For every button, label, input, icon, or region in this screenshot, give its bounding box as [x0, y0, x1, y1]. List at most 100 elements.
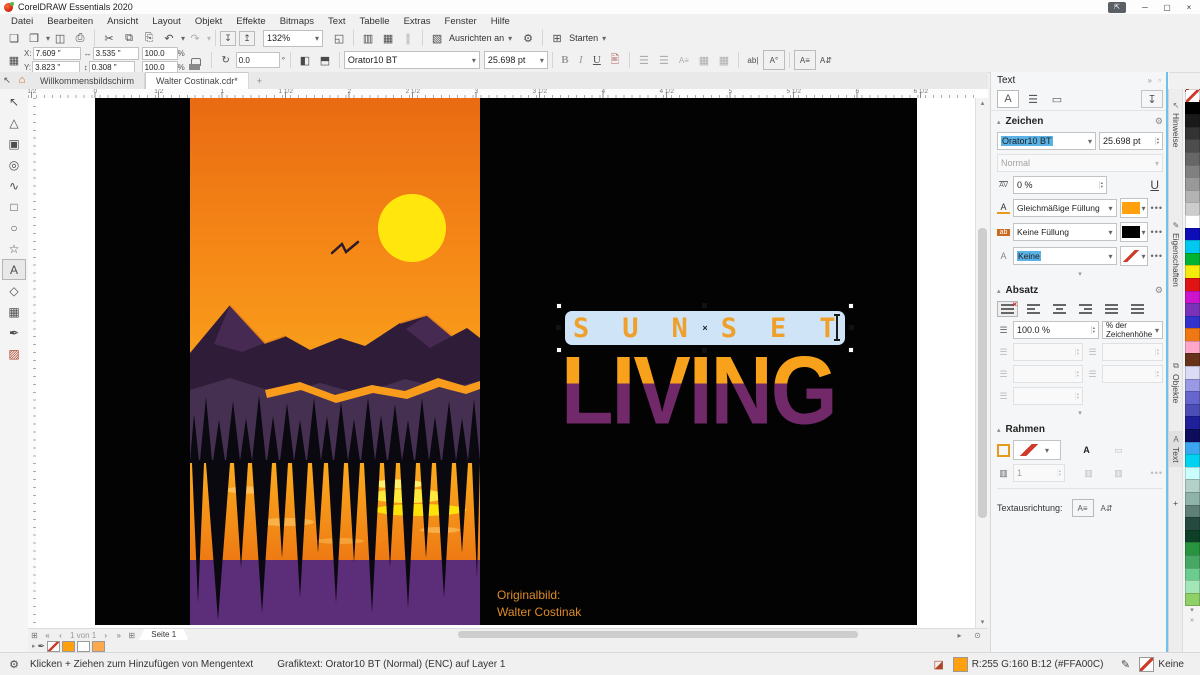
- palette-color-swatch[interactable]: [1185, 353, 1200, 367]
- tray-color-swatch[interactable]: [62, 641, 75, 652]
- menu-item[interactable]: Bearbeiten: [40, 14, 100, 28]
- text-horizontal-icon[interactable]: A≡: [794, 50, 816, 70]
- space-before-input[interactable]: ▴▾: [1013, 343, 1083, 361]
- menu-item[interactable]: Objekt: [188, 14, 229, 28]
- paragraph-tab[interactable]: ☰: [1023, 91, 1043, 107]
- selection-handle[interactable]: [702, 303, 707, 308]
- font-list-select[interactable]: Orator10 BT▾: [344, 51, 480, 69]
- close-button[interactable]: ×: [1178, 1, 1200, 14]
- absatz-section-title[interactable]: Absatz: [1006, 285, 1039, 296]
- palette-color-swatch[interactable]: [1185, 379, 1200, 393]
- background-color-picker[interactable]: ▾: [1120, 222, 1148, 242]
- palette-color-swatch[interactable]: [1185, 215, 1200, 229]
- palette-color-swatch[interactable]: [1185, 291, 1200, 305]
- palette-color-swatch[interactable]: [1185, 391, 1200, 405]
- last-page-icon[interactable]: »: [112, 631, 125, 640]
- fill-type-select[interactable]: Gleichmäßige Füllung▾: [1013, 199, 1117, 217]
- object-x-input[interactable]: 7.609 ": [33, 47, 81, 60]
- interactive-fill-tool[interactable]: ◇: [3, 280, 25, 301]
- palette-expand-icon[interactable]: »: [1190, 616, 1194, 626]
- background-fill-select[interactable]: Keine Füllung▾: [1013, 223, 1117, 241]
- selection-handle[interactable]: [556, 325, 561, 330]
- vertical-scrollbar[interactable]: ▴ ▾: [975, 98, 989, 628]
- palette-color-swatch[interactable]: [1185, 492, 1200, 506]
- palette-color-swatch[interactable]: [1185, 542, 1200, 556]
- page-panel-icon[interactable]: ⊞: [28, 631, 41, 640]
- new-document-icon[interactable]: ❏: [4, 29, 24, 47]
- absatz-collapse-icon[interactable]: ▾: [991, 407, 1169, 419]
- copy-icon[interactable]: ⧉: [119, 29, 139, 47]
- menu-item[interactable]: Text: [321, 14, 352, 28]
- outline-color-picker[interactable]: ▾: [1120, 246, 1148, 266]
- char-formatting-icon[interactable]: A°: [763, 50, 785, 70]
- palette-color-swatch[interactable]: [1185, 177, 1200, 191]
- text-properties-icon[interactable]: 🖹: [605, 51, 625, 69]
- absatz-options-icon[interactable]: ⚙: [1155, 285, 1163, 296]
- palette-color-swatch[interactable]: [1185, 517, 1200, 531]
- outline-fill-tool[interactable]: ▨: [3, 343, 25, 364]
- palette-color-swatch[interactable]: [1185, 139, 1200, 153]
- menu-item[interactable]: Extras: [397, 14, 438, 28]
- show-rulers-icon[interactable]: ▥: [358, 29, 378, 47]
- status-fill-swatch[interactable]: [953, 657, 968, 672]
- docker-pin-icon[interactable]: ▫: [1158, 76, 1163, 85]
- menu-item[interactable]: Ansicht: [100, 14, 145, 28]
- fill-color-picker[interactable]: ▾: [1120, 198, 1148, 218]
- menu-item[interactable]: Tabelle: [352, 14, 396, 28]
- align-left-button[interactable]: [1023, 301, 1044, 317]
- docker-font-select[interactable]: Orator10 BT▾: [997, 132, 1096, 150]
- palette-color-swatch[interactable]: [1185, 580, 1200, 594]
- pattern-fill-tool[interactable]: ▦: [3, 301, 25, 322]
- palette-color-swatch[interactable]: [1185, 530, 1200, 544]
- crop-tool[interactable]: ▣: [3, 133, 25, 154]
- palette-color-swatch[interactable]: [1185, 366, 1200, 380]
- living-text-object[interactable]: LIVING LIVING: [561, 344, 851, 438]
- palette-color-swatch[interactable]: [1185, 228, 1200, 242]
- status-outline-swatch[interactable]: [1139, 657, 1154, 672]
- palette-color-swatch[interactable]: [1185, 278, 1200, 292]
- selection-handle[interactable]: [556, 303, 562, 309]
- lock-ratio-icon[interactable]: [191, 58, 201, 66]
- frame-tab[interactable]: ▭: [1047, 91, 1067, 107]
- align-to-button[interactable]: Ausrichten an: [449, 33, 504, 43]
- horizontal-scroll-thumb[interactable]: [458, 631, 858, 638]
- palette-color-swatch[interactable]: [1185, 404, 1200, 418]
- options-gear-icon[interactable]: ⚙: [518, 29, 538, 47]
- next-page-icon[interactable]: ›: [99, 631, 112, 640]
- palette-scroll-down-icon[interactable]: ▾: [1190, 606, 1194, 616]
- frame-more-button[interactable]: •••: [1151, 468, 1163, 478]
- status-gear-icon[interactable]: ⚙: [4, 656, 24, 674]
- palette-color-swatch[interactable]: [1185, 416, 1200, 430]
- pick-tool[interactable]: ↖: [3, 91, 25, 112]
- align-none-button[interactable]: ×: [997, 301, 1018, 317]
- redo-icon[interactable]: ↷: [185, 29, 205, 47]
- font-size-select[interactable]: 25.698 pt▾: [484, 51, 548, 69]
- zoom-level-select[interactable]: 132%▾: [263, 30, 323, 47]
- maximize-button[interactable]: ▢: [1156, 1, 1178, 14]
- open-icon[interactable]: ❒: [24, 29, 44, 47]
- palette-color-swatch[interactable]: [1185, 429, 1200, 443]
- bullet-list-icon[interactable]: ☰: [634, 51, 654, 69]
- palette-color-swatch[interactable]: [1185, 303, 1200, 317]
- dropcap-icon[interactable]: A≡: [674, 51, 694, 69]
- space-after-input[interactable]: ▴▾: [1013, 365, 1083, 383]
- sunset-text-object[interactable]: SUNSET ×: [563, 310, 847, 346]
- no-color-swatch[interactable]: [1185, 89, 1200, 103]
- palette-color-swatch[interactable]: [1185, 442, 1200, 456]
- home-icon[interactable]: ⌂: [14, 71, 30, 89]
- text-flow-icon[interactable]: ↧: [1141, 90, 1163, 108]
- menu-item[interactable]: Effekte: [229, 14, 272, 28]
- share-icon[interactable]: ⇱: [1108, 2, 1126, 13]
- menu-item[interactable]: Datei: [4, 14, 40, 28]
- shape-tool[interactable]: △: [3, 112, 25, 133]
- text-tool[interactable]: A: [2, 259, 26, 280]
- palette-color-swatch[interactable]: [1185, 568, 1200, 582]
- scale-x-input[interactable]: 100.0: [142, 47, 178, 60]
- palette-color-swatch[interactable]: [1185, 127, 1200, 141]
- docker-tab-eigenschaften[interactable]: ✎Eigenschaften: [1169, 217, 1183, 291]
- indent-left-input[interactable]: ▴▾: [1102, 343, 1163, 361]
- tray-color-swatch[interactable]: [92, 641, 105, 652]
- add-page-icon[interactable]: ⊞: [125, 631, 138, 640]
- minimize-button[interactable]: ─: [1134, 1, 1156, 14]
- docker-add-tab[interactable]: +: [1169, 497, 1183, 510]
